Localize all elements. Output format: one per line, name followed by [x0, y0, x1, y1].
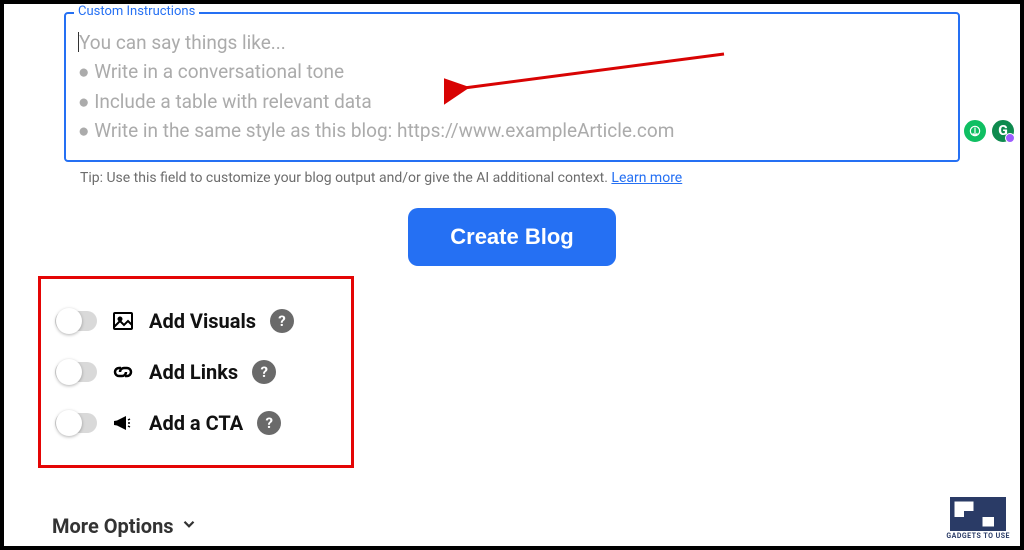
options-highlight-box: Add Visuals ? Add Links ? Add a CTA ? — [38, 276, 354, 468]
learn-more-link[interactable]: Learn more — [611, 170, 682, 186]
custom-instructions-field[interactable]: Custom Instructions You can say things l… — [64, 12, 960, 162]
watermark-logo: GADGETS TO USE — [946, 497, 1010, 540]
extension-icon-1[interactable] — [962, 118, 988, 144]
option-row-cta: Add a CTA ? — [55, 411, 337, 435]
toggle-cta[interactable] — [55, 413, 97, 433]
image-icon — [111, 309, 135, 333]
custom-instructions-legend: Custom Instructions — [74, 4, 199, 19]
link-icon — [111, 360, 135, 384]
label-links: Add Links — [149, 360, 238, 384]
create-blog-button[interactable]: Create Blog — [408, 208, 615, 266]
tip-content: Tip: Use this field to customize your bl… — [80, 170, 611, 186]
label-cta: Add a CTA — [149, 411, 243, 435]
placeholder-line-3: ● Include a table with relevant data — [78, 87, 946, 116]
placeholder-line-2: ● Write in a conversational tone — [78, 57, 946, 86]
toggle-visuals[interactable] — [55, 311, 97, 331]
browser-extension-badges: G — [962, 118, 1016, 144]
option-row-links: Add Links ? — [55, 360, 337, 384]
option-row-visuals: Add Visuals ? — [55, 309, 337, 333]
watermark-text: GADGETS TO USE — [946, 533, 1010, 540]
more-options-label: More Options — [52, 514, 174, 538]
help-icon[interactable]: ? — [252, 360, 276, 384]
chevron-down-icon — [180, 514, 198, 538]
custom-instructions-placeholder: You can say things like... ● Write in a … — [78, 28, 946, 146]
label-visuals: Add Visuals — [149, 309, 256, 333]
megaphone-icon — [111, 411, 135, 435]
toggle-links[interactable] — [55, 362, 97, 382]
more-options-button[interactable]: More Options — [52, 514, 198, 538]
help-icon[interactable]: ? — [270, 309, 294, 333]
placeholder-line-4: ● Write in the same style as this blog: … — [78, 116, 946, 145]
placeholder-line-1: You can say things like... — [78, 28, 946, 57]
grammarly-icon[interactable]: G — [990, 118, 1016, 144]
help-icon[interactable]: ? — [257, 411, 281, 435]
tip-text: Tip: Use this field to customize your bl… — [80, 170, 960, 186]
